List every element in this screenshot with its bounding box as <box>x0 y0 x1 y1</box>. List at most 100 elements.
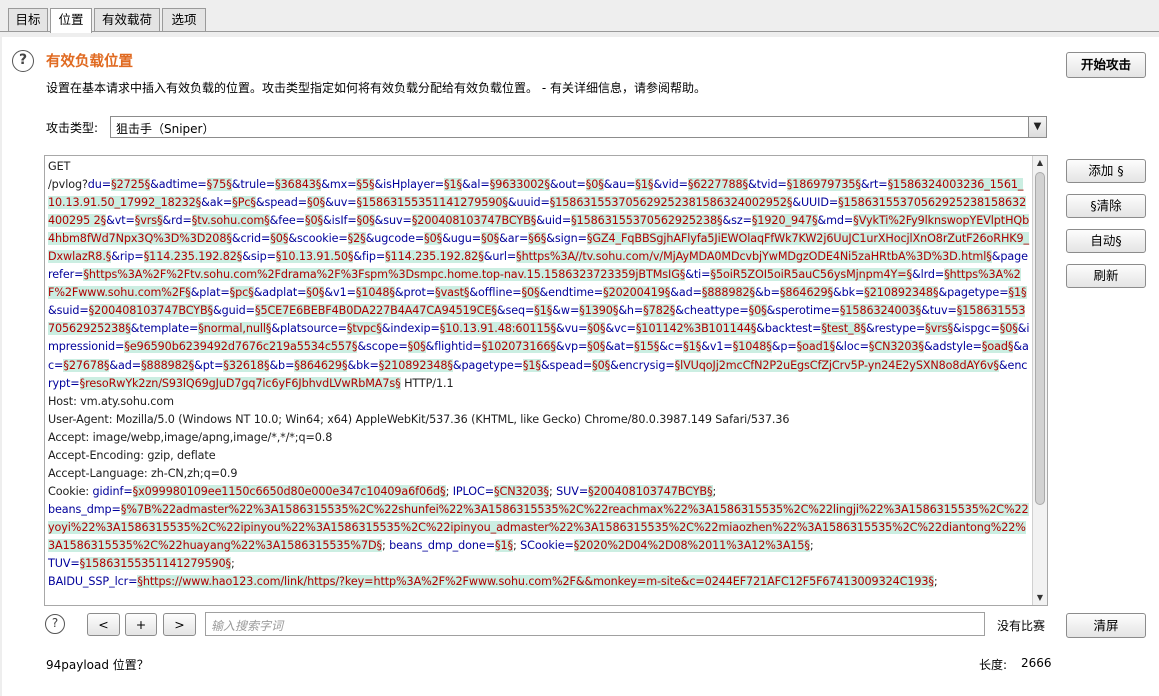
param-name: &seq= <box>496 304 535 318</box>
param-name: &v1= <box>324 286 356 300</box>
request-plain-text: ; <box>231 557 235 571</box>
payload-marker: §10.13.91.48:60115§ <box>439 322 557 336</box>
payload-marker: §0§ <box>356 214 375 228</box>
payload-marker: §9633002§ <box>489 178 550 192</box>
param-name: &ugcode= <box>365 232 425 246</box>
help-icon[interactable]: ? <box>12 50 34 72</box>
payload-marker: §5oiR5ZOI5oiR5auC56ysMjnpm4Y=§ <box>710 268 912 282</box>
param-name: &vc= <box>605 322 636 336</box>
param-name: &vt= <box>106 214 135 228</box>
scroll-thumb[interactable] <box>1035 172 1045 505</box>
param-name: &rip= <box>111 250 144 264</box>
payload-marker: §158631553705629252381586324002952§ <box>549 196 793 210</box>
request-plain-text: ; <box>933 575 938 589</box>
payload-marker: §0§ <box>270 232 289 246</box>
param-name: &uuid= <box>507 196 550 210</box>
tab-target[interactable]: 目标 <box>8 8 48 32</box>
search-next-button[interactable]: > <box>163 613 196 636</box>
scroll-down-icon[interactable]: ▼ <box>1033 591 1047 605</box>
payload-marker: §1§ <box>635 178 654 192</box>
param-name: &indexip= <box>381 322 440 336</box>
payload-marker: §1§ <box>534 304 553 318</box>
search-help-icon[interactable]: ? <box>45 614 65 634</box>
tab-payloads[interactable]: 有效载荷 <box>94 8 160 32</box>
payload-marker: §15863155351141279590§ <box>356 196 508 210</box>
param-name: &vu= <box>556 322 588 336</box>
chevron-down-icon[interactable]: ▼ <box>1028 117 1046 137</box>
param-name: &flightid= <box>425 340 482 354</box>
length-value: 2666 <box>1021 656 1052 670</box>
param-name: &guid= <box>213 304 255 318</box>
param-name: beans_dmp= <box>48 502 121 516</box>
param-name: &fee= <box>269 214 305 228</box>
request-text[interactable]: GET /pvlog?du=§2725§&adtime=§75§&trule=§… <box>48 158 1030 591</box>
param-name: &vid= <box>653 178 688 192</box>
param-name: &adtime= <box>150 178 207 192</box>
param-name: &prot= <box>394 286 436 300</box>
param-name: &UUID= <box>792 196 839 210</box>
param-name: &sperotime= <box>766 304 840 318</box>
auto-markers-button[interactable]: 自动§ <box>1066 229 1146 253</box>
param-name: &ti= <box>685 268 711 282</box>
payload-marker: §1§ <box>1008 286 1027 300</box>
payload-marker: §32618§ <box>223 358 270 372</box>
param-name: IPLOC= <box>452 484 494 498</box>
param-name: &trule= <box>231 178 276 192</box>
section-title: 有效负载位置 <box>46 54 133 70</box>
payload-marker: §864629§ <box>779 286 834 300</box>
refresh-button[interactable]: 刷新 <box>1066 264 1146 288</box>
payload-marker: §0§ <box>999 322 1018 336</box>
tab-positions[interactable]: 位置 <box>50 8 92 33</box>
tab-bar: 目标 位置 有效载荷 选项 <box>0 0 1159 33</box>
clear-markers-button[interactable]: §清除 <box>1066 194 1146 218</box>
param-name: &ad= <box>109 358 142 372</box>
vertical-scrollbar[interactable]: ▲ ▼ <box>1032 156 1047 605</box>
payload-marker: §0§ <box>407 340 426 354</box>
param-name: &w= <box>552 304 580 318</box>
payload-marker: §0§ <box>424 232 443 246</box>
payload-marker: §0§ <box>521 286 540 300</box>
payload-marker: §0§ <box>592 358 611 372</box>
payload-marker: §1390§ <box>579 304 619 318</box>
search-prev-button[interactable]: < <box>87 613 120 636</box>
param-name: &adplat= <box>253 286 307 300</box>
payload-marker: §1048§ <box>732 340 772 354</box>
param-name: &template= <box>130 322 199 336</box>
payload-marker: §5§ <box>356 178 375 192</box>
param-name: &pagetype= <box>452 358 523 372</box>
param-name: &uid= <box>536 214 572 228</box>
payload-marker: §200408103747BCYB§ <box>411 214 537 228</box>
payload-marker: §normal,null§ <box>198 322 272 336</box>
payload-marker: §20200419§ <box>603 286 671 300</box>
payload-marker: §36843§ <box>275 178 322 192</box>
request-plain-text: ; <box>712 484 717 498</box>
payload-marker: §2§ <box>347 232 366 246</box>
payload-marker: §vrs§ <box>925 322 954 336</box>
start-attack-button[interactable]: 开始攻击 <box>1066 52 1146 78</box>
length-label: 长度: <box>979 658 1008 672</box>
payload-marker: §102073166§ <box>481 340 556 354</box>
payload-marker: §vrs§ <box>134 214 163 228</box>
clear-search-button[interactable]: 清屏 <box>1066 613 1146 638</box>
param-name: &md= <box>817 214 854 228</box>
attack-type-value: 狙击手（Sniper） <box>116 122 215 136</box>
scroll-up-icon[interactable]: ▲ <box>1033 156 1047 170</box>
tab-options[interactable]: 选项 <box>162 8 206 32</box>
payload-marker: §210892348§ <box>864 286 939 300</box>
search-input[interactable]: 输入搜索字词 <box>205 612 985 636</box>
param-name: &tuv= <box>921 304 957 318</box>
param-name: SUV= <box>556 484 589 498</box>
param-name: &backtest= <box>756 322 822 336</box>
add-marker-button[interactable]: 添加 § <box>1066 159 1146 183</box>
param-name: &ugu= <box>442 232 482 246</box>
attack-type-label: 攻击类型: <box>46 121 99 135</box>
param-name: &plat= <box>190 286 230 300</box>
param-name: &uv= <box>325 196 357 210</box>
attack-type-select[interactable]: 狙击手（Sniper） ▼ <box>110 116 1047 138</box>
param-name: &suv= <box>374 214 412 228</box>
request-editor[interactable]: GET /pvlog?du=§2725§&adtime=§75§&trule=§… <box>44 155 1048 606</box>
param-name: du= <box>87 178 112 192</box>
search-add-button[interactable]: + <box>125 613 157 636</box>
payload-marker: §0§ <box>748 304 767 318</box>
payload-marker: §75§ <box>206 178 232 192</box>
